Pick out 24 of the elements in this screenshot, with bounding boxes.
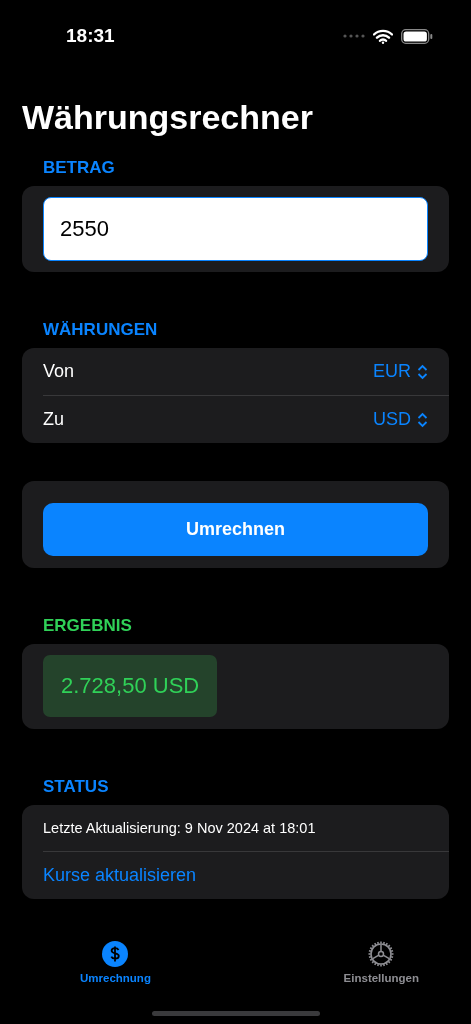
section-header: ERGEBNIS	[43, 616, 133, 636]
chevron-icon	[417, 411, 428, 428]
dollar-icon	[102, 941, 129, 967]
refresh-link[interactable]: Kurse aktualisieren	[22, 852, 449, 899]
page-title: Währungsrechner	[22, 97, 314, 138]
section-header: WÄHRUNGEN	[43, 320, 159, 340]
picker-label: Zu	[43, 409, 64, 430]
signal-icon	[343, 34, 365, 38]
section-header: BETRAG	[43, 158, 116, 178]
settings-icon	[368, 941, 395, 967]
result-value: 2.728,50 USD	[43, 655, 218, 717]
currency-picker[interactable]: USD	[373, 409, 428, 430]
battery-icon	[401, 28, 433, 44]
currency-picker[interactable]: EUR	[373, 361, 428, 382]
status-time: 18:31	[66, 25, 115, 47]
chevron-icon	[417, 363, 428, 380]
wifi-icon	[373, 28, 393, 44]
convert-button[interactable]: Umrechnen	[43, 503, 428, 556]
picker-label: Von	[43, 361, 75, 382]
section-header: STATUS	[43, 777, 110, 797]
tab-item[interactable]: Einstellungen	[343, 941, 419, 984]
tab-item[interactable]: Umrechnung	[80, 941, 151, 984]
amount-field[interactable]: 2550	[43, 197, 428, 261]
last-update-text: Letzte Aktualisierung: 9 Nov 2024 at 18:01	[42, 819, 317, 838]
